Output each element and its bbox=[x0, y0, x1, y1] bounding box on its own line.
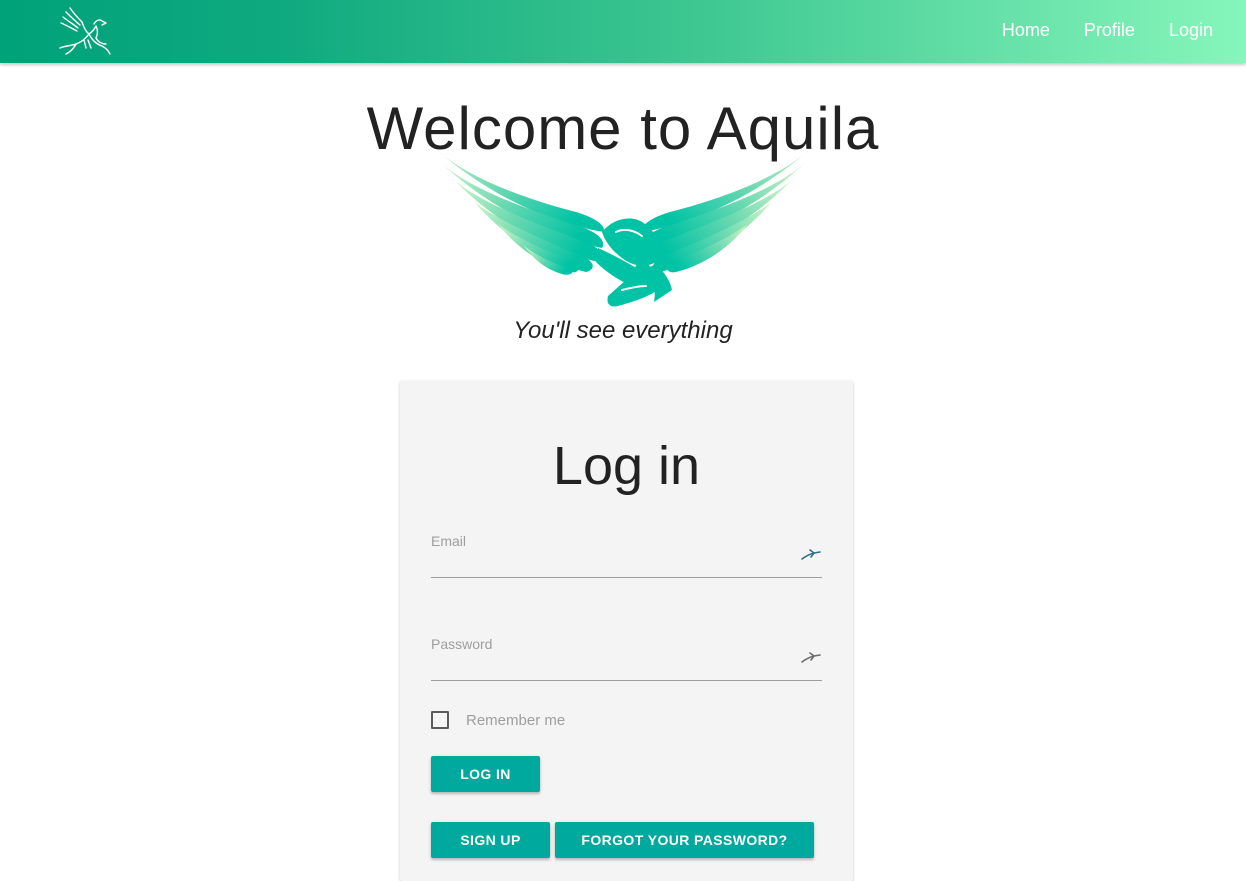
remember-me-checkbox[interactable] bbox=[431, 711, 449, 729]
top-navbar: Home Profile Login bbox=[0, 0, 1246, 63]
nav-links: Home Profile Login bbox=[985, 0, 1246, 63]
email-label: Email bbox=[431, 533, 467, 549]
hero-title: Welcome to Aquila bbox=[366, 95, 880, 162]
nav-link-profile[interactable]: Profile bbox=[1067, 0, 1152, 64]
hero-tagline: You'll see everything bbox=[513, 317, 733, 344]
login-button[interactable]: Log in bbox=[431, 756, 540, 792]
key-autofill-icon[interactable] bbox=[800, 547, 822, 563]
remember-me[interactable]: Remember me bbox=[431, 711, 565, 729]
forgot-password-button[interactable]: Forgot your password? bbox=[555, 822, 814, 858]
login-card: Log in Email Password Remember me Log in… bbox=[400, 381, 853, 881]
nav-link-login[interactable]: Login bbox=[1152, 0, 1246, 64]
eagle-logo-icon[interactable] bbox=[56, 4, 112, 58]
nav-link-home[interactable]: Home bbox=[985, 0, 1067, 64]
email-underline bbox=[431, 577, 822, 578]
login-card-title: Log in bbox=[552, 436, 701, 496]
remember-me-label: Remember me bbox=[466, 711, 566, 729]
key-autofill-icon[interactable] bbox=[800, 650, 822, 666]
password-label: Password bbox=[431, 636, 493, 652]
password-underline bbox=[431, 680, 822, 681]
signup-button[interactable]: Sign up bbox=[431, 822, 550, 858]
